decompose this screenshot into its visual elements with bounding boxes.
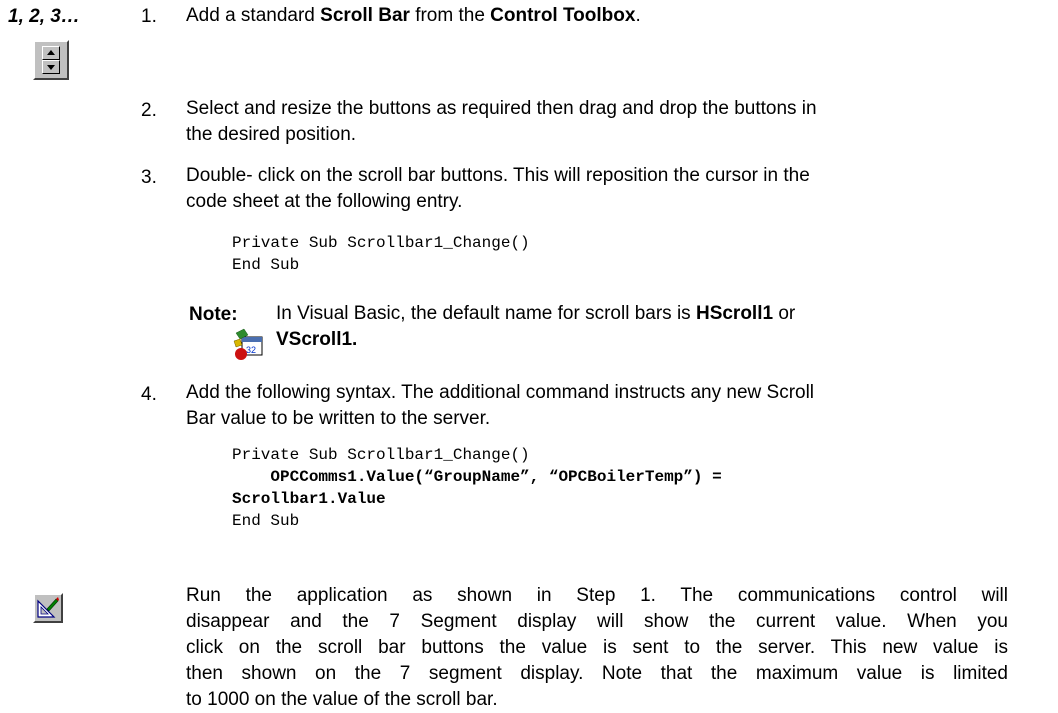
step-4-line-1: Add the following syntax. The additional…: [186, 382, 815, 403]
step-3-line-2: code sheet at the following entry.: [186, 191, 463, 212]
step-3-text: Double- click on the scroll bar buttons.…: [186, 163, 1016, 215]
step-4-code-line-1: Private Sub Scrollbar1_Change(): [232, 446, 530, 464]
note-label: Note:: [189, 304, 238, 325]
run-line-2: disappear and the 7 Segment display will…: [186, 611, 1008, 632]
vscroll1-term: VScroll1.: [276, 329, 358, 350]
scroll-bar-term: Scroll Bar: [320, 5, 410, 26]
step-1-text-a: Add a standard: [186, 5, 321, 26]
run-line-3: click on the scroll bar buttons the valu…: [186, 637, 1008, 658]
step-4-line-2: Bar value to be written to the server.: [186, 408, 491, 429]
step-3-code-block: Private Sub Scrollbar1_Change() End Sub: [232, 232, 530, 276]
step-4-code-block: Private Sub Scrollbar1_Change() OPCComms…: [232, 444, 722, 532]
step-4-number: 4.: [141, 384, 157, 405]
scroll-up-arrow-icon: [42, 46, 60, 60]
run-line-1: Run the application as shown in Step 1. …: [186, 585, 1008, 606]
step-4-code-line-4: End Sub: [232, 512, 300, 530]
step-3-code-line-1: Private Sub Scrollbar1_Change(): [232, 234, 530, 252]
calendar-32-icon: 32: [233, 328, 263, 360]
run-application-icon: [33, 593, 63, 623]
scroll-down-arrow-icon: [42, 60, 60, 74]
step-1-text-c: from the: [409, 5, 491, 26]
note-text-line-1: In Visual Basic, the default name for sc…: [276, 301, 795, 327]
note-text-c: or: [773, 303, 796, 324]
svg-text:32: 32: [246, 345, 256, 355]
ruler-pencil-icon: [37, 597, 59, 618]
step-3-number: 3.: [141, 167, 157, 188]
step-2-text: Select and resize the buttons as require…: [186, 96, 1006, 148]
scrollbar-control-icon: [33, 40, 69, 80]
steps-label: 1, 2, 3…: [8, 6, 80, 27]
run-line-5: to 1000 on the value of the scroll bar.: [186, 689, 498, 710]
step-1-text: Add a standard Scroll Bar from the Contr…: [186, 3, 641, 29]
step-2-line-2: the desired position.: [186, 124, 357, 145]
step-1-text-e: .: [635, 5, 641, 26]
control-toolbox-term: Control Toolbox: [490, 5, 636, 26]
step-2-line-1: Select and resize the buttons as require…: [186, 98, 817, 119]
run-paragraph: Run the application as shown in Step 1. …: [186, 583, 1008, 713]
hscroll1-term: HScroll1: [695, 303, 774, 324]
step-3-code-line-2: End Sub: [232, 256, 300, 274]
step-4-code-line-3: Scrollbar1.Value: [232, 488, 722, 510]
step-4-code-line-3-bold: Scrollbar1.Value: [232, 490, 386, 508]
step-4-text: Add the following syntax. The additional…: [186, 380, 1016, 432]
step-4-code-line-2-bold: OPCComms1.Value(“GroupName”, “OPCBoilerT…: [232, 468, 722, 486]
run-line-4: then shown on the 7 segment display. Not…: [186, 663, 1008, 684]
step-4-code-line-2: OPCComms1.Value(“GroupName”, “OPCBoilerT…: [232, 466, 722, 488]
step-3-line-1: Double- click on the scroll bar buttons.…: [186, 165, 810, 186]
step-2-number: 2.: [141, 100, 157, 121]
note-text-a: In Visual Basic, the default name for sc…: [276, 303, 696, 324]
step-1-number: 1.: [141, 6, 157, 27]
